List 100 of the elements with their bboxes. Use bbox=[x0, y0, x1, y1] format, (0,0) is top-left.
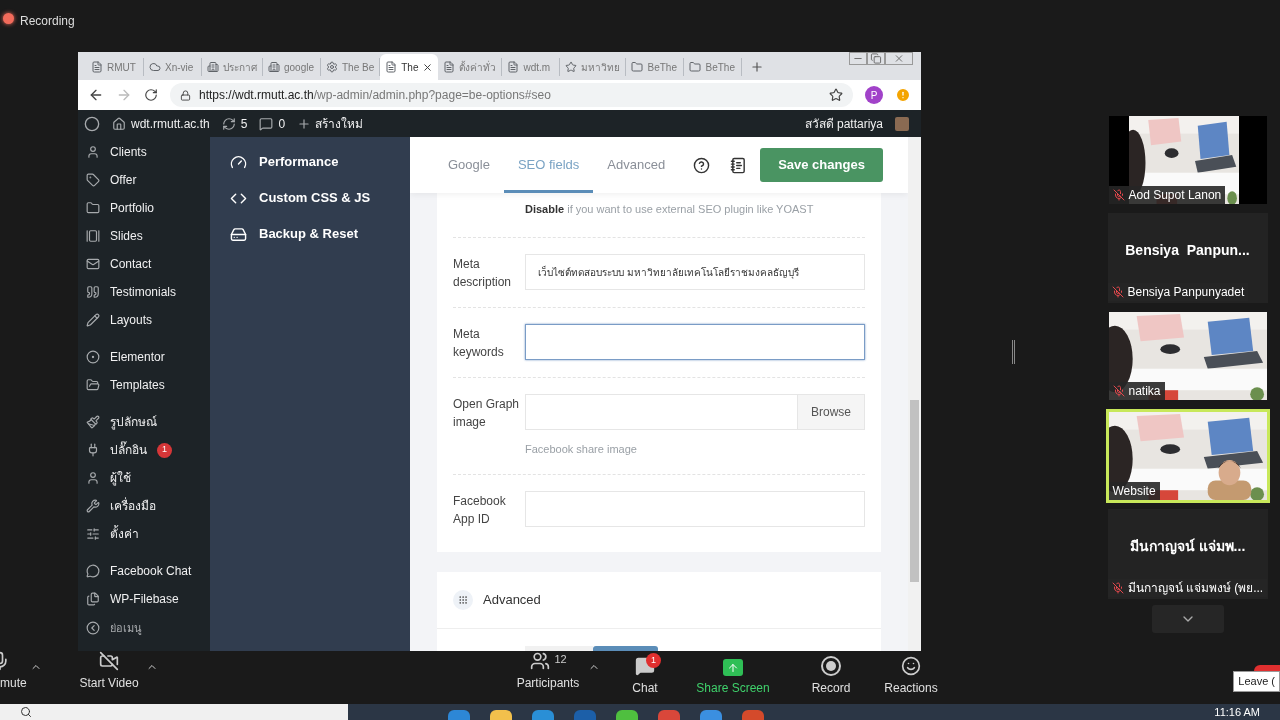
new-tab-icon[interactable] bbox=[750, 60, 765, 74]
start-video-button[interactable]: Start Video bbox=[72, 651, 146, 699]
admin-menu-item[interactable]: Elementor bbox=[78, 343, 210, 371]
bookmark-icon[interactable] bbox=[829, 88, 843, 102]
record-icon bbox=[821, 656, 841, 676]
admin-menu-item[interactable]: ปลั๊กอิน 1 bbox=[78, 436, 210, 464]
update-badge: 1 bbox=[157, 442, 172, 458]
tab-icon bbox=[326, 61, 338, 73]
menu-label: เครื่องมือ bbox=[110, 497, 156, 515]
admin-menu-item[interactable]: รูปลักษณ์ bbox=[78, 408, 210, 436]
lock-icon bbox=[180, 89, 191, 101]
site-link[interactable]: wdt.rmutt.ac.th bbox=[131, 114, 210, 133]
camera-off-icon bbox=[98, 651, 120, 671]
field-label: Facebook App ID bbox=[453, 492, 507, 528]
app-icon[interactable] bbox=[490, 710, 512, 720]
leave-tooltip: Leave ( bbox=[1233, 671, 1280, 692]
field-label: Meta description bbox=[453, 256, 513, 291]
browser-tab[interactable]: ประกาศ bbox=[202, 58, 263, 76]
admin-menu-item[interactable]: Clients bbox=[78, 138, 210, 166]
menu-icon bbox=[86, 378, 100, 392]
admin-menu-item[interactable]: Portfolio bbox=[78, 194, 210, 222]
reactions-button[interactable]: Reactions bbox=[871, 651, 951, 704]
menu-icon bbox=[86, 564, 100, 578]
mute-button[interactable]: mute bbox=[0, 651, 28, 699]
browser-tab[interactable]: มหาวิทย bbox=[560, 58, 627, 76]
browse-button[interactable]: Browse bbox=[797, 395, 864, 429]
profile-avatar[interactable]: P bbox=[865, 86, 883, 104]
app-icon[interactable] bbox=[700, 710, 722, 720]
close-icon[interactable] bbox=[422, 61, 434, 73]
menu-label: ตั้งค่า bbox=[110, 525, 139, 543]
new-link[interactable]: สร้างใหม่ bbox=[315, 114, 364, 133]
browser-tab[interactable]: Xn-vie bbox=[144, 58, 202, 76]
admin-menu-item[interactable]: เครื่องมือ bbox=[78, 492, 210, 520]
admin-menu-item[interactable]: Testimonials bbox=[78, 278, 210, 306]
menu-label: Facebook Chat bbox=[110, 563, 192, 580]
name-tile[interactable]: มีนกาญจน์ แจ่มพ... มีนกาญจน์ แจ่มพงษ์ (พย... bbox=[1107, 509, 1268, 599]
admin-menu-item[interactable]: Templates bbox=[78, 371, 210, 399]
minimize-icon[interactable] bbox=[849, 52, 867, 65]
address-field[interactable]: https://wdt.rmutt.ac.th/wp-admin/admin.php?page=be-options#seo bbox=[170, 83, 853, 107]
tab-icon bbox=[689, 61, 702, 73]
restore-icon[interactable] bbox=[867, 52, 885, 65]
admin-menu-item[interactable]: ผู้ใช้ bbox=[78, 464, 210, 492]
admin-menu-item[interactable]: Contact bbox=[78, 250, 210, 278]
tab-icon bbox=[149, 61, 161, 73]
text-field[interactable]: เว็บไซต์ทดสอบระบบ มหาวิทยาลัยเทคโนโลยีราชมงคลธัญบุรี bbox=[525, 254, 865, 290]
tab-title: มหาวิทย bbox=[581, 60, 621, 75]
file-field[interactable]: Browse bbox=[525, 394, 865, 430]
app-icon[interactable] bbox=[616, 710, 638, 720]
browser-tab[interactable]: RMUT bbox=[86, 58, 144, 76]
video-tile[interactable]: Website bbox=[1105, 409, 1270, 503]
section-icon bbox=[453, 589, 473, 610]
record-button[interactable]: Record bbox=[796, 651, 866, 704]
app-icon[interactable] bbox=[448, 710, 470, 720]
options-nav-item[interactable]: Performance bbox=[230, 151, 410, 173]
smiley-icon bbox=[901, 656, 921, 676]
admin-menu-item[interactable]: Offer bbox=[78, 166, 210, 194]
name-tile[interactable]: Bensiya Panpun... Bensiya Panpunyadet bbox=[1107, 213, 1268, 303]
tab-title: RMUT bbox=[107, 60, 136, 75]
reload-icon[interactable] bbox=[144, 88, 158, 102]
options-nav-item[interactable]: Backup & Reset bbox=[230, 223, 410, 245]
menu-icon bbox=[86, 229, 100, 243]
text-field[interactable] bbox=[525, 324, 865, 360]
menu-icon bbox=[86, 285, 100, 299]
collapse-menu-item[interactable]: ย่อเมนู bbox=[78, 615, 210, 641]
admin-menu-item[interactable]: Layouts bbox=[78, 306, 210, 334]
chat-button[interactable]: Chat 1 bbox=[610, 651, 680, 704]
admin-menu-item[interactable]: ตั้งค่า bbox=[78, 520, 210, 548]
menu-icon bbox=[86, 471, 100, 485]
comments-count[interactable]: 0 bbox=[278, 114, 286, 133]
browser-tab[interactable]: BeThe bbox=[626, 58, 685, 76]
browser-tab[interactable]: ตั้งค่าทั่ว bbox=[438, 58, 503, 76]
menu-icon bbox=[86, 499, 100, 513]
participants-button[interactable]: 12 Participants bbox=[508, 651, 588, 699]
share-screen-button[interactable]: Share Screen bbox=[688, 651, 778, 704]
browser-tab[interactable]: google bbox=[263, 58, 321, 76]
forward-icon[interactable] bbox=[116, 87, 132, 103]
admin-menu-item[interactable]: Facebook Chat bbox=[78, 557, 210, 585]
back-icon[interactable] bbox=[88, 87, 104, 103]
save-button[interactable]: Save changes bbox=[760, 148, 883, 182]
options-nav-item[interactable]: Custom CSS & JS bbox=[230, 187, 410, 209]
splitter-handle[interactable] bbox=[1011, 340, 1015, 364]
browser-tab[interactable]: The bbox=[380, 54, 439, 80]
scrollbar-thumb[interactable] bbox=[910, 400, 919, 582]
admin-menu-item[interactable]: Slides bbox=[78, 222, 210, 250]
comments-icon bbox=[259, 116, 274, 131]
search-field[interactable] bbox=[0, 704, 348, 720]
user-avatar[interactable] bbox=[895, 116, 909, 131]
greeting-link[interactable]: สวัสดี pattariya bbox=[804, 114, 883, 133]
home-icon bbox=[112, 116, 126, 131]
browser-tab[interactable]: wdt.m bbox=[502, 58, 561, 76]
alert-icon[interactable] bbox=[895, 87, 911, 103]
menu-label: ปลั๊กอิน bbox=[110, 441, 147, 459]
help-icon[interactable] bbox=[693, 156, 711, 174]
admin-menu-item[interactable]: WP-Filebase bbox=[78, 585, 210, 613]
updates-count[interactable]: 5 bbox=[240, 114, 248, 133]
menu-icon bbox=[86, 313, 100, 327]
app-icon[interactable] bbox=[532, 710, 554, 720]
tab-title: ประกาศ bbox=[223, 60, 257, 75]
notes-icon[interactable] bbox=[730, 156, 748, 174]
browser-tab[interactable]: BeThe bbox=[684, 58, 743, 76]
